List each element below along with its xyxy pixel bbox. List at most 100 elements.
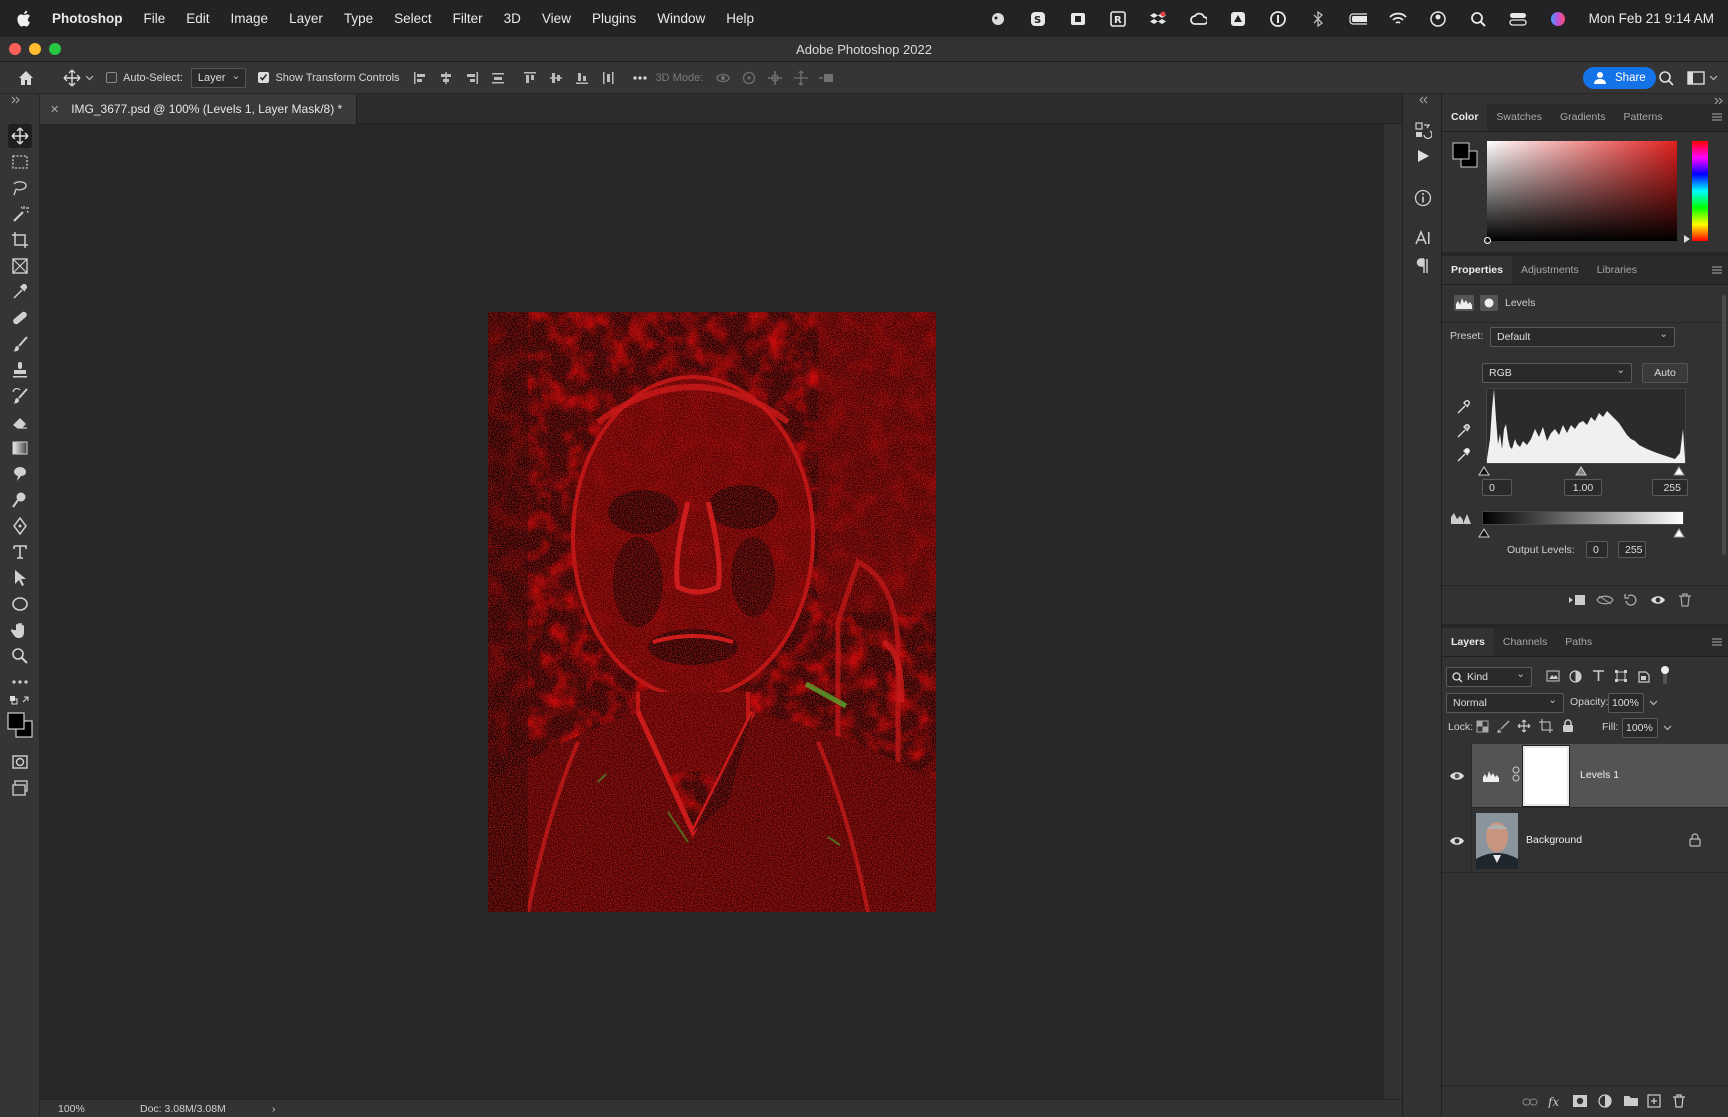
column-collapse-icon[interactable] [1413, 94, 1433, 106]
toolbar-collapse-icon[interactable] [4, 94, 28, 106]
input-gamma-field[interactable]: 1.00 [1564, 479, 1602, 496]
info-panel-icon[interactable] [1413, 188, 1433, 208]
hue-slider-handle[interactable] [1684, 235, 1690, 243]
delete-adjustment-trash-icon[interactable] [1678, 593, 1692, 610]
eraser-tool-icon[interactable] [8, 410, 32, 434]
status-menu-chevron-right-icon[interactable]: › [272, 1103, 276, 1115]
onepassword-icon[interactable] [1269, 10, 1287, 28]
blur-smudge-tool-icon[interactable] [8, 462, 32, 486]
layer-name[interactable]: Levels 1 [1580, 769, 1619, 781]
tab-swatches[interactable]: Swatches [1487, 103, 1551, 131]
align-top-edges-icon[interactable] [520, 68, 540, 88]
pen-tool-icon[interactable] [8, 514, 32, 538]
distribute-vertical-icon[interactable] [488, 68, 508, 88]
auto-select-checkbox[interactable] [106, 72, 117, 83]
magic-wand-tool-icon[interactable] [8, 202, 32, 226]
filter-pixel-layers-icon[interactable] [1546, 670, 1560, 685]
show-transform-controls-checkbox[interactable] [258, 72, 270, 83]
3d-slide-icon[interactable] [791, 68, 811, 88]
3d-pan-icon[interactable] [765, 68, 785, 88]
layer-locked-icon[interactable] [1689, 833, 1701, 850]
drive-icon[interactable] [1229, 10, 1247, 28]
reset-adjustment-icon[interactable] [1624, 593, 1640, 610]
sample-white-point-eyedropper-icon[interactable] [1456, 447, 1472, 466]
tab-patterns[interactable]: Patterns [1614, 103, 1671, 131]
opacity-field[interactable]: 100% [1608, 693, 1644, 713]
history-panel-icon[interactable] [1413, 120, 1433, 140]
filter-adjustment-layers-icon[interactable] [1569, 670, 1582, 686]
sample-black-point-eyedropper-icon[interactable] [1456, 399, 1472, 418]
menu-3d[interactable]: 3D [504, 11, 521, 26]
zoom-tool-icon[interactable] [8, 644, 32, 668]
path-selection-tool-icon[interactable] [8, 566, 32, 590]
mask-link-chain-icon[interactable] [1512, 766, 1520, 785]
new-layer-icon[interactable] [1647, 1094, 1661, 1111]
move-tool-icon[interactable] [8, 124, 32, 148]
gradient-tool-icon[interactable] [8, 436, 32, 460]
layers-panel-menu-icon[interactable] [1706, 628, 1728, 656]
siri-icon[interactable] [1549, 10, 1567, 28]
lock-transparent-pixels-icon[interactable] [1476, 720, 1489, 736]
paragraph-panel-icon[interactable] [1413, 256, 1433, 276]
menu-edit[interactable]: Edit [186, 11, 209, 26]
layer-row-background[interactable]: Background [1442, 809, 1728, 873]
menu-help[interactable]: Help [726, 11, 754, 26]
menu-filter[interactable]: Filter [453, 11, 483, 26]
healing-brush-tool-icon[interactable] [8, 306, 32, 330]
input-black-field[interactable]: 0 [1482, 479, 1512, 496]
ellipse-tool-icon[interactable] [8, 592, 32, 616]
color-panel-menu-icon[interactable] [1706, 103, 1728, 131]
menubar-clock[interactable]: Mon Feb 21 9:14 AM [1589, 11, 1714, 26]
document-tab[interactable]: ✕ IMG_3677.psd @ 100% (Levels 1, Layer M… [40, 94, 358, 124]
lock-artboard-icon[interactable] [1539, 719, 1553, 736]
foreground-background-color-swatch[interactable] [5, 710, 35, 740]
lock-image-pixels-icon[interactable] [1497, 720, 1510, 736]
hand-tool-icon[interactable] [8, 618, 32, 642]
align-bottom-edges-icon[interactable] [572, 68, 592, 88]
home-icon[interactable] [16, 68, 36, 88]
control-center-icon[interactable] [1509, 10, 1527, 28]
search-icon[interactable] [1656, 68, 1676, 88]
workspace-switcher-icon[interactable] [1686, 68, 1706, 88]
menu-select[interactable]: Select [394, 11, 432, 26]
battery-icon[interactable] [1349, 10, 1367, 28]
lasso-tool-icon[interactable] [8, 176, 32, 200]
canvas-area[interactable] [40, 124, 1384, 1099]
input-white-field[interactable]: 255 [1652, 479, 1688, 496]
3d-roll-icon[interactable] [739, 68, 759, 88]
frame-tool-icon[interactable] [8, 254, 32, 278]
background-layer-thumbnail[interactable] [1476, 813, 1518, 869]
opacity-chevron-down-icon[interactable] [1646, 695, 1660, 711]
filter-type-layers-icon[interactable] [1592, 669, 1605, 685]
type-tool-icon[interactable] [8, 540, 32, 564]
clipping-warning-icon[interactable] [1450, 511, 1472, 528]
output-levels-slider[interactable] [1478, 527, 1694, 538]
screen-mode-icon[interactable] [8, 776, 32, 800]
filter-smart-objects-icon[interactable] [1637, 669, 1651, 686]
hue-slider[interactable] [1692, 141, 1708, 241]
fill-field[interactable]: 100% [1622, 718, 1658, 738]
tab-paths[interactable]: Paths [1556, 628, 1601, 656]
brush-tool-icon[interactable] [8, 332, 32, 356]
bluetooth-off-icon[interactable] [1309, 10, 1327, 28]
layer-mask-icon[interactable] [1480, 295, 1498, 314]
menu-image[interactable]: Image [231, 11, 269, 26]
add-layer-mask-icon[interactable] [1573, 1095, 1587, 1110]
menu-view[interactable]: View [542, 11, 571, 26]
properties-panel-menu-icon[interactable] [1706, 256, 1728, 284]
user-account-icon[interactable] [1429, 10, 1447, 28]
tab-adjustments[interactable]: Adjustments [1512, 256, 1588, 284]
tab-gradients[interactable]: Gradients [1551, 103, 1615, 131]
clip-to-layer-icon[interactable] [1568, 593, 1586, 610]
menu-window[interactable]: Window [657, 11, 705, 26]
properties-scrollbar[interactable] [1720, 285, 1728, 565]
color-picker-cursor[interactable] [1484, 237, 1491, 244]
color-picker-field[interactable] [1484, 141, 1677, 244]
app-r-icon[interactable]: R [1109, 10, 1127, 28]
menu-file[interactable]: File [144, 11, 166, 26]
3d-orbit-icon[interactable] [713, 68, 733, 88]
toggle-visibility-eye-icon[interactable] [1650, 593, 1666, 610]
fg-bg-color-swatch[interactable] [1450, 140, 1480, 170]
tab-layers[interactable]: Layers [1442, 628, 1494, 656]
rectangular-marquee-tool-icon[interactable] [8, 150, 32, 174]
